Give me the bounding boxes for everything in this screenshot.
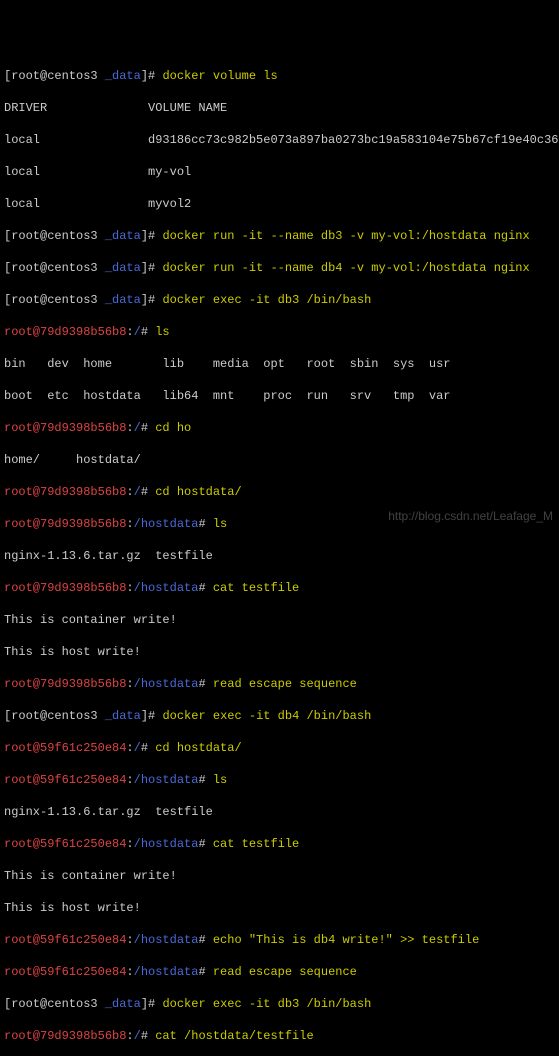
line-vol-1: local my-vol [4, 164, 555, 180]
line-c1-catfull: root@79d9398b56b8:/# cat /hostdata/testf… [4, 1028, 555, 1044]
line-c2-echo: root@59f61c250e84:/hostdata# echo "This … [4, 932, 555, 948]
line-c1-ls: root@79d9398b56b8:/# ls [4, 324, 555, 340]
line-vol-2: local myvol2 [4, 196, 555, 212]
line-lsroot-0: bin dev home lib media opt root sbin sys… [4, 356, 555, 372]
line-lshd: nginx-1.13.6.tar.gz testfile [4, 548, 555, 564]
line-tf-3: This is container write! [4, 868, 555, 884]
line-c1-esc: root@79d9398b56b8:/hostdata# read escape… [4, 676, 555, 692]
line-exec-db4: [root@centos3 _data]# docker exec -it db… [4, 708, 555, 724]
line-ho-comp: home/ hostdata/ [4, 452, 555, 468]
line-c1-cdho: root@79d9398b56b8:/# cd ho [4, 420, 555, 436]
line-c2-cat: root@59f61c250e84:/hostdata# cat testfil… [4, 836, 555, 852]
line-tf-2: This is host write! [4, 644, 555, 660]
line-vol-hdr: DRIVER VOLUME NAME [4, 100, 555, 116]
line-run-db3: [root@centos3 _data]# docker run -it --n… [4, 228, 555, 244]
line-exec-db3: [root@centos3 _data]# docker exec -it db… [4, 292, 555, 308]
line-lsroot-1: boot etc hostdata lib64 mnt proc run srv… [4, 388, 555, 404]
line-vol-0: local d93186cc73c982b5e073a897ba0273bc19… [4, 132, 555, 148]
line-tf-1: This is container write! [4, 612, 555, 628]
line-tf-4: This is host write! [4, 900, 555, 916]
line-c2-esc: root@59f61c250e84:/hostdata# read escape… [4, 964, 555, 980]
line-c2-cdhd: root@59f61c250e84:/# cd hostdata/ [4, 740, 555, 756]
line-vol-ls: [root@centos3 _data]# docker volume ls [4, 68, 555, 84]
line-exec-db3-2: [root@centos3 _data]# docker exec -it db… [4, 996, 555, 1012]
line-lshd-2: nginx-1.13.6.tar.gz testfile [4, 804, 555, 820]
line-c1-cat: root@79d9398b56b8:/hostdata# cat testfil… [4, 580, 555, 596]
line-c1-cdhd: root@79d9398b56b8:/# cd hostdata/ [4, 484, 555, 500]
line-c2-lshd: root@59f61c250e84:/hostdata# ls [4, 772, 555, 788]
line-run-db4: [root@centos3 _data]# docker run -it --n… [4, 260, 555, 276]
watermark: http://blog.csdn.net/Leafage_M [388, 508, 553, 524]
